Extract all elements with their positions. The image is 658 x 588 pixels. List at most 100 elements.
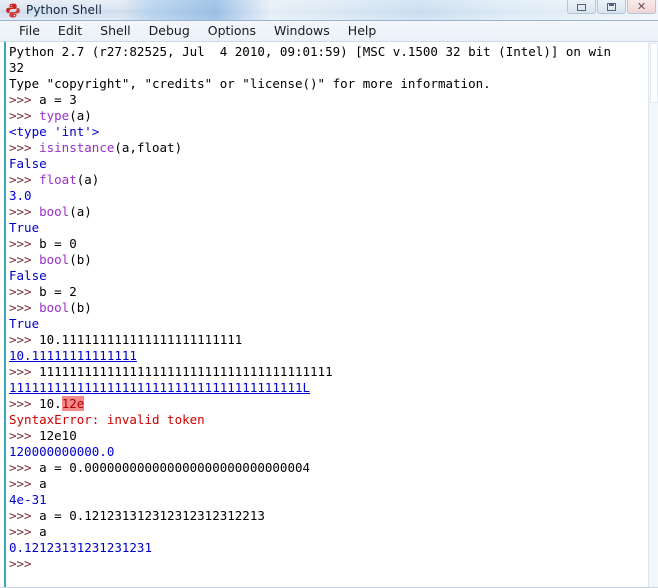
- output-text: 120000000000.0: [9, 444, 115, 459]
- output-text: False: [9, 156, 47, 171]
- console-line: False: [9, 156, 658, 172]
- prompt-marker: >>>: [9, 332, 40, 347]
- banner-text: Type "copyright", "credits" or "license(…: [9, 76, 491, 91]
- builtin-name: bool: [39, 204, 70, 219]
- menu-item-shell[interactable]: Shell: [91, 22, 140, 40]
- prompt-marker: >>>: [9, 284, 40, 299]
- python-logo-icon: [6, 3, 20, 17]
- input-code: b = 2: [39, 284, 77, 299]
- prompt-marker: >>>: [9, 476, 40, 491]
- input-code: 12e10: [39, 428, 77, 443]
- prompt-marker: >>>: [9, 364, 40, 379]
- console-line: True: [9, 316, 658, 332]
- prompt-marker: >>>: [9, 172, 40, 187]
- console-line: >>> a = 3: [9, 92, 658, 108]
- input-code: 111111111111111111111111111111111111111: [39, 364, 333, 379]
- output-text: False: [9, 268, 47, 283]
- prompt-marker: >>>: [9, 140, 40, 155]
- shell-body: Python 2.7 (r27:82525, Jul 4 2010, 09:01…: [0, 42, 658, 588]
- menu-item-help[interactable]: Help: [339, 22, 386, 40]
- prompt-marker: >>>: [9, 556, 40, 571]
- menu-item-windows[interactable]: Windows: [265, 22, 339, 40]
- input-code: b = 0: [39, 236, 77, 251]
- console-line: >>> bool(a): [9, 204, 658, 220]
- menu-item-file[interactable]: File: [10, 22, 49, 40]
- window-controls: ✕: [567, 0, 656, 14]
- console-line: <type 'int'>: [9, 124, 658, 140]
- input-code: 10.111111111111111111111111: [39, 332, 243, 347]
- input-code: a = 3: [39, 92, 77, 107]
- console-line: >>> bool(b): [9, 300, 658, 316]
- console-line: >>> a = 0.121231312312312312312213: [9, 508, 658, 524]
- output-text: True: [9, 316, 40, 331]
- input-code: (b): [69, 252, 92, 267]
- console-line: 32: [9, 60, 658, 76]
- minimize-icon: [577, 4, 586, 11]
- menu-item-options[interactable]: Options: [199, 22, 265, 40]
- window-title: Python Shell: [26, 3, 102, 17]
- console-line: >>> 111111111111111111111111111111111111…: [9, 364, 658, 380]
- prompt-marker: >>>: [9, 300, 40, 315]
- console-line: 3.0: [9, 188, 658, 204]
- title-bar[interactable]: Python Shell ✕: [0, 0, 658, 21]
- prompt-marker: >>>: [9, 428, 40, 443]
- console-line: 120000000000.0: [9, 444, 658, 460]
- console-line: >>> a: [9, 524, 658, 540]
- vertical-scrollbar[interactable]: [648, 42, 658, 588]
- output-text: True: [9, 220, 40, 235]
- menu-bar: File Edit Shell Debug Options Windows He…: [0, 21, 658, 42]
- console-line: >>> 10.111111111111111111111111: [9, 332, 658, 348]
- builtin-name: bool: [39, 252, 70, 267]
- maximize-button[interactable]: [597, 0, 626, 14]
- builtin-name: float: [39, 172, 77, 187]
- console-line: >>> b = 0: [9, 236, 658, 252]
- console-line: >>> a: [9, 476, 658, 492]
- prompt-marker: >>>: [9, 236, 40, 251]
- builtin-name: isinstance: [39, 140, 115, 155]
- output-text: 10.11111111111111: [9, 348, 137, 363]
- close-button[interactable]: ✕: [627, 0, 656, 14]
- input-code: (b): [69, 300, 92, 315]
- console-line: >>> isinstance(a,float): [9, 140, 658, 156]
- vertical-scrollbar-thumb[interactable]: [650, 43, 658, 103]
- banner-text: Python 2.7 (r27:82525, Jul 4 2010, 09:01…: [9, 44, 612, 59]
- prompt-marker: >>>: [9, 204, 40, 219]
- close-icon: ✕: [636, 0, 647, 13]
- prompt-marker: >>>: [9, 92, 40, 107]
- console-line: >>> a = 0.000000000000000000000000000004: [9, 460, 658, 476]
- prompt-marker: >>>: [9, 396, 40, 411]
- menu-item-edit[interactable]: Edit: [49, 22, 91, 40]
- minimize-button[interactable]: [567, 0, 596, 14]
- output-text: 3.0: [9, 188, 32, 203]
- console-line: >>>: [9, 556, 658, 572]
- console-line: >>> bool(b): [9, 252, 658, 268]
- menu-item-debug[interactable]: Debug: [140, 22, 199, 40]
- console-line: 111111111111111111111111111111111111111L: [9, 380, 658, 396]
- output-text: 4e-31: [9, 492, 47, 507]
- error-text: SyntaxError: invalid token: [9, 412, 205, 427]
- console-line: >>> 10.12e: [9, 396, 658, 412]
- banner-text: 32: [9, 60, 25, 75]
- input-code: a = 0.000000000000000000000000000004: [39, 460, 311, 475]
- python-shell-window: Python Shell ✕ File Edit Shell Debug Opt…: [0, 0, 658, 588]
- prompt-marker: >>>: [9, 460, 40, 475]
- console-line: Type "copyright", "credits" or "license(…: [9, 76, 658, 92]
- input-code: 10.: [39, 396, 62, 411]
- console-line: >>> b = 2: [9, 284, 658, 300]
- console-line: 0.12123131231231231: [9, 540, 658, 556]
- console-line: SyntaxError: invalid token: [9, 412, 658, 428]
- builtin-name: type: [39, 108, 70, 123]
- console-line: 4e-31: [9, 492, 658, 508]
- prompt-marker: >>>: [9, 108, 40, 123]
- input-code: a: [39, 476, 47, 491]
- console-line: >>> float(a): [9, 172, 658, 188]
- maximize-icon: [607, 3, 616, 11]
- input-code: (a): [69, 108, 92, 123]
- error-highlight: 12e: [61, 396, 85, 411]
- console-output-area[interactable]: Python 2.7 (r27:82525, Jul 4 2010, 09:01…: [6, 42, 658, 588]
- console-line: True: [9, 220, 658, 236]
- output-text: <type 'int'>: [9, 124, 100, 139]
- console-line: 10.11111111111111: [9, 348, 658, 364]
- input-code: (a): [69, 204, 92, 219]
- console-line: Python 2.7 (r27:82525, Jul 4 2010, 09:01…: [9, 44, 658, 60]
